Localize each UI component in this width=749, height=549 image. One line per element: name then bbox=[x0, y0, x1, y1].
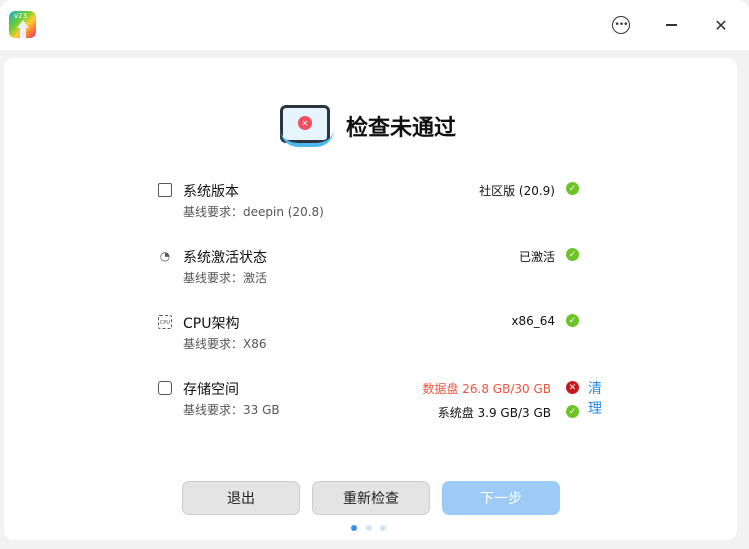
check-requirement: 基线要求：X86 bbox=[183, 337, 267, 351]
pass-icon: ✓ bbox=[566, 405, 579, 418]
page-dot-2 bbox=[366, 525, 372, 531]
check-requirement: 基线要求：激活 bbox=[183, 271, 268, 285]
title-bar: v23 ••• ✕ bbox=[0, 0, 749, 50]
page-dot-1 bbox=[351, 525, 357, 531]
check-value: 已激活 bbox=[518, 250, 555, 264]
close-button[interactable]: ✕ bbox=[709, 13, 733, 37]
check-name: CPU架构 bbox=[183, 316, 240, 332]
pass-icon: ✓ bbox=[566, 182, 579, 195]
monitor-error-icon: ✕ bbox=[278, 103, 334, 148]
page-title: 检查未通过 bbox=[346, 115, 457, 141]
system-disk-value: 系统盘 3.9 GB/3 GB bbox=[437, 406, 551, 420]
gauge-icon: ◔ bbox=[159, 249, 171, 263]
check-name: 系统版本 bbox=[183, 184, 239, 200]
more-icon: ••• bbox=[612, 16, 630, 34]
recheck-button[interactable]: 重新检查 bbox=[312, 481, 430, 515]
data-disk-value: 数据盘 26.8 GB/30 GB bbox=[422, 382, 551, 396]
minimize-button[interactable] bbox=[659, 13, 683, 37]
cpu-icon: CPU bbox=[158, 315, 172, 329]
pass-icon: ✓ bbox=[566, 314, 579, 327]
fail-icon: ✕ bbox=[566, 381, 579, 394]
app-logo: v23 bbox=[9, 11, 36, 38]
more-button[interactable]: ••• bbox=[609, 13, 633, 37]
monitor-icon bbox=[158, 183, 172, 197]
check-value: x86_64 bbox=[511, 314, 555, 328]
check-name: 系统激活状态 bbox=[183, 250, 267, 266]
minimize-icon bbox=[665, 24, 677, 26]
exit-button[interactable]: 退出 bbox=[182, 481, 300, 515]
check-requirement: 基线要求：33 GB bbox=[183, 403, 280, 417]
next-button[interactable]: 下一步 bbox=[442, 481, 560, 515]
check-value: 社区版 (20.9) bbox=[479, 184, 555, 198]
result-header: ✕ 检查未通过 bbox=[278, 103, 456, 148]
pass-icon: ✓ bbox=[566, 248, 579, 261]
disk-icon bbox=[158, 381, 172, 395]
clean-link[interactable]: 清理 bbox=[588, 378, 602, 418]
check-requirement: 基线要求：deepin (20.8) bbox=[183, 205, 324, 219]
page-dot-3 bbox=[380, 525, 386, 531]
close-icon: ✕ bbox=[714, 15, 728, 35]
check-name: 存储空间 bbox=[183, 382, 239, 398]
